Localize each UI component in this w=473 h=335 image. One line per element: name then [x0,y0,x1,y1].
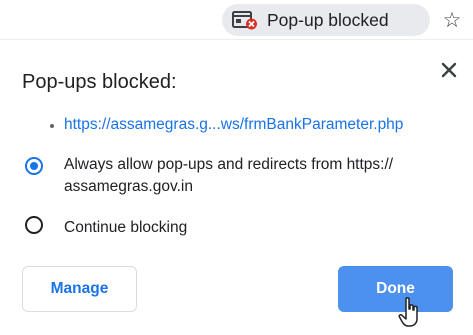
manage-button[interactable]: Manage [22,266,137,312]
popup-blocked-icon [232,11,257,30]
star-icon[interactable]: ☆ [438,6,466,34]
allow-popups-radio[interactable] [25,157,43,175]
continue-blocking-label[interactable]: Continue blocking [64,217,187,239]
popup-blocked-chip[interactable]: Pop-up blocked [222,4,430,36]
popup-blocked-label: Pop-up blocked [267,10,389,30]
mouse-cursor-icon [398,297,418,327]
browser-toolbar: Pop-up blocked ☆ [0,0,473,40]
close-icon[interactable] [437,58,461,82]
dialog-title: Pop-ups blocked: [22,71,177,93]
allow-popups-label[interactable]: Always allow pop-ups and redirects from … [64,154,464,198]
bullet-icon [50,124,54,128]
continue-blocking-radio[interactable] [25,216,43,234]
done-button[interactable]: Done [338,266,453,312]
allow-popups-text: Always allow pop-ups and redirects from … [64,156,394,195]
blocked-popup-link[interactable]: https://assamegras.g...ws/frmBankParamet… [64,116,403,134]
